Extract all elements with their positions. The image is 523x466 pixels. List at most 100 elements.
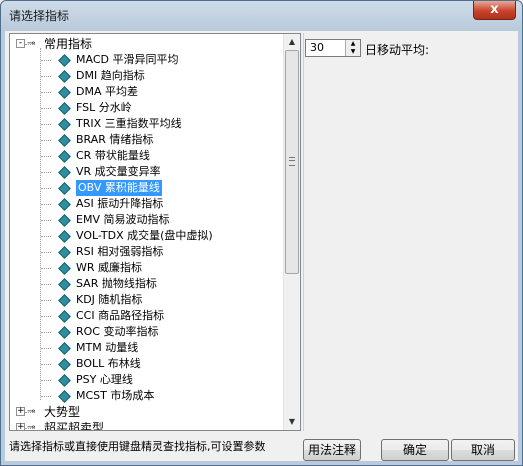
tree-item-label: MACD 平滑异同平均	[76, 53, 179, 66]
tree-item[interactable]: ASI 振动升降指标	[10, 196, 280, 212]
tree-connector	[41, 268, 51, 269]
tree-item[interactable]: RSI 相对强弱指标	[10, 244, 280, 260]
scroll-thumb[interactable]	[285, 50, 299, 274]
title-bar[interactable]: 请选择指标 x	[1, 1, 522, 31]
collapse-icon[interactable]: -	[16, 39, 25, 48]
tree-item-label: DMI 趋向指标	[76, 69, 145, 82]
scroll-up-arrow-icon[interactable]: ▲	[284, 34, 300, 50]
pane-divider	[303, 33, 304, 431]
tree-item-label: MCST 市场成本	[76, 389, 155, 402]
tree-item[interactable]: WR 威廉指标	[10, 260, 280, 276]
tree-item[interactable]: MACD 平滑异同平均	[10, 52, 280, 68]
tree-group-label: 大势型	[44, 405, 81, 419]
key-icon: ⊸	[27, 422, 36, 431]
tree-connector	[41, 220, 51, 221]
diamond-indicator-icon	[58, 374, 71, 387]
tree-item[interactable]: BRAR 情绪指标	[10, 132, 280, 148]
tree-group-label: 超买超卖型	[44, 421, 105, 431]
status-hint: 请选择指标或直接使用键盘精灵查找指标,可设置参数	[9, 440, 266, 453]
period-value[interactable]: 30	[310, 41, 324, 54]
tree-item-label: VOL-TDX 成交量(盘中虚拟)	[76, 229, 213, 242]
indicator-tree[interactable]: ▲ ▼ - ⊸ 常用指标 MACD 平滑异同平均 DMI 趋向指标 DMA 平均差 FSL …	[9, 33, 301, 431]
diamond-indicator-icon	[58, 86, 71, 99]
tree-item[interactable]: KDJ 随机指标	[10, 292, 280, 308]
tree-connector	[41, 76, 51, 77]
tree-item-label: KDJ 随机指标	[76, 293, 143, 306]
close-button[interactable]: x	[473, 1, 516, 20]
diamond-indicator-icon	[58, 310, 71, 323]
stepper-arrows-icon[interactable]: ▲ ▼	[345, 40, 360, 56]
tree-item-label: MTM 动量线	[76, 341, 139, 354]
expand-icon[interactable]: +	[16, 407, 25, 416]
tree-group-row[interactable]: + ⊸ 超买超卖型	[10, 420, 280, 431]
tree-item[interactable]: VR 成交量变异率	[10, 164, 280, 180]
tree-group-row[interactable]: + ⊸ 大势型	[10, 404, 280, 420]
diamond-indicator-icon	[58, 230, 71, 243]
tree-connector	[41, 60, 51, 61]
diamond-indicator-icon	[58, 294, 71, 307]
diamond-indicator-icon	[58, 182, 71, 195]
tree-connector	[41, 172, 51, 173]
scroll-down-arrow-icon[interactable]: ▼	[284, 414, 300, 430]
tree-connector	[41, 92, 51, 93]
diamond-indicator-icon	[58, 150, 71, 163]
tree-item-label: VR 成交量变异率	[76, 165, 161, 178]
tree-item[interactable]: SAR 抛物线指标	[10, 276, 280, 292]
diamond-indicator-icon	[58, 278, 71, 291]
tree-item[interactable]: DMA 平均差	[10, 84, 280, 100]
tree-item-label: RSI 相对强弱指标	[76, 245, 164, 258]
usage-notes-button[interactable]: 用法注释	[303, 439, 361, 461]
tree-item[interactable]: TRIX 三重指数平均线	[10, 116, 280, 132]
tree-item[interactable]: BOLL 布林线	[10, 356, 280, 372]
tree-item[interactable]: CR 带状能量线	[10, 148, 280, 164]
close-icon: x	[490, 2, 499, 17]
tree-item[interactable]: CCI 商品路径指标	[10, 308, 280, 324]
tree-item-label: DMA 平均差	[76, 85, 138, 98]
tree-connector	[41, 188, 51, 189]
tree-connector	[41, 284, 51, 285]
period-stepper[interactable]: 30 ▲ ▼	[305, 39, 361, 57]
tree-connector	[41, 140, 51, 141]
tree-item-label: OBV 累积能量线	[76, 180, 162, 196]
tree-item[interactable]: ROC 变动率指标	[10, 324, 280, 340]
diamond-indicator-icon	[58, 390, 71, 403]
cancel-button[interactable]: 取消	[451, 439, 515, 461]
tree-group-row[interactable]: - ⊸ 常用指标	[10, 36, 280, 52]
dialog-window: 请选择指标 x ▲ ▼ - ⊸ 常用指标 MACD 平滑异同平均 DMI 趋向指标 DMA…	[0, 0, 523, 466]
tree-item-label: ASI 振动升降指标	[76, 197, 164, 210]
dialog-client: ▲ ▼ - ⊸ 常用指标 MACD 平滑异同平均 DMI 趋向指标 DMA 平均差 FSL …	[5, 31, 518, 461]
tree-connector	[41, 348, 51, 349]
tree-item[interactable]: OBV 累积能量线	[10, 180, 280, 196]
tree-item[interactable]: FSL 分水岭	[10, 100, 280, 116]
tree-item[interactable]: EMV 简易波动指标	[10, 212, 280, 228]
tree-group-label: 常用指标	[44, 37, 93, 51]
tree-item[interactable]: PSY 心理线	[10, 372, 280, 388]
tree-item[interactable]: MCST 市场成本	[10, 388, 280, 404]
tree-scrollbar[interactable]: ▲ ▼	[283, 34, 300, 430]
tree-item-label: EMV 简易波动指标	[76, 213, 170, 226]
window-title: 请选择指标	[9, 9, 70, 23]
tree-connector	[41, 236, 51, 237]
period-label: 日移动平均:	[365, 43, 430, 57]
grip-icon	[289, 157, 295, 166]
tree-item-label: CCI 商品路径指标	[76, 309, 165, 322]
diamond-indicator-icon	[58, 70, 71, 83]
tree-item-label: FSL 分水岭	[76, 101, 132, 114]
tree-item[interactable]: DMI 趋向指标	[10, 68, 280, 84]
diamond-indicator-icon	[58, 166, 71, 179]
diamond-indicator-icon	[58, 54, 71, 67]
tree-item[interactable]: MTM 动量线	[10, 340, 280, 356]
tree-item[interactable]: VOL-TDX 成交量(盘中虚拟)	[10, 228, 280, 244]
tree-item-label: BRAR 情绪指标	[76, 133, 154, 146]
diamond-indicator-icon	[58, 342, 71, 355]
diamond-indicator-icon	[58, 326, 71, 339]
tree-item-label: TRIX 三重指数平均线	[76, 117, 182, 130]
diamond-indicator-icon	[58, 102, 71, 115]
diamond-indicator-icon	[58, 214, 71, 227]
ok-button[interactable]: 确定	[381, 439, 449, 461]
tree-item-label: WR 威廉指标	[76, 261, 143, 274]
expand-icon[interactable]: +	[16, 423, 25, 430]
diamond-indicator-icon	[58, 118, 71, 131]
tree-item-label: ROC 变动率指标	[76, 325, 159, 338]
tree-connector	[41, 108, 51, 109]
